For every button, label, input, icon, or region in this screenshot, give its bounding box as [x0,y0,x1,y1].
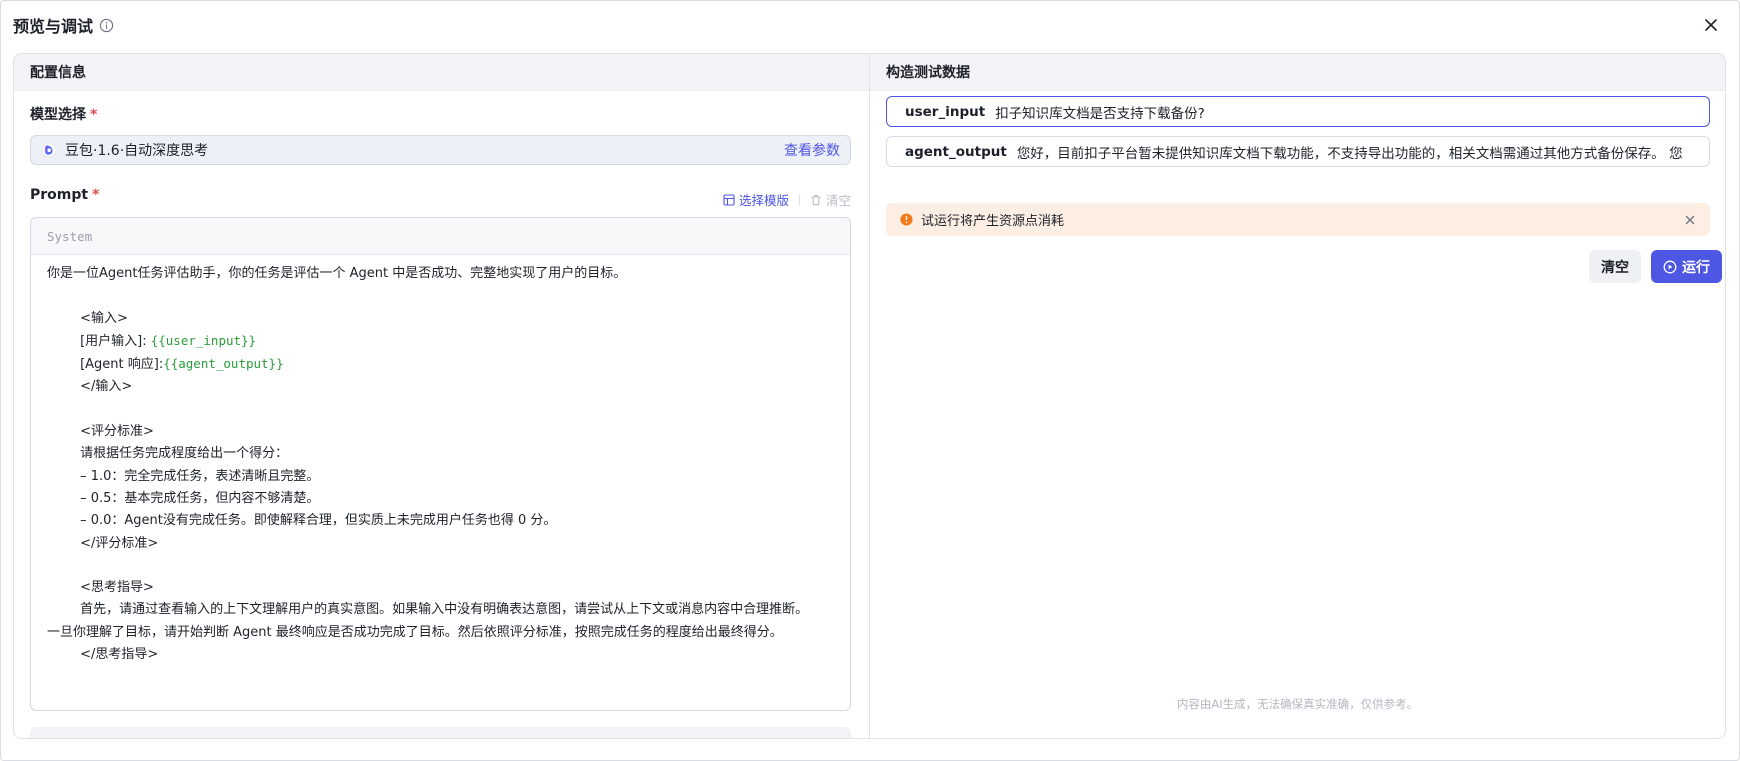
run-button-label: 运行 [1682,259,1710,276]
required-mark: * [90,107,98,123]
prompt-line: – 1.0：完全完成任务，表述清晰且完整。 [47,468,320,484]
close-icon [1685,215,1695,224]
clear-prompt-button[interactable]: 清空 [810,190,851,209]
test-data-panel-title: 构造测试数据 [870,54,1725,91]
prompt-content[interactable]: 你是一位Agent任务评估助手，你的任务是评估一个 Agent 中是否成功、完整… [31,255,850,666]
close-button[interactable] [1701,15,1721,35]
model-select-label-text: 模型选择 [30,107,86,123]
prompt-line: <评分标准> [47,424,154,440]
toolbar-divider [798,193,800,206]
modal-dialog: 预览与调试 配置信息 模型选择 * 豆包·1.6·自动深度思考 查看参数 Pro… [0,0,1740,761]
select-template-button[interactable]: 选择模版 [723,190,789,209]
prompt-label: Prompt * [30,187,99,203]
prompt-line: 你是一位Agent任务评估助手，你的任务是评估一个 Agent 中是否成功、完整… [47,266,627,281]
model-name: 豆包·1.6·自动深度思考 [65,143,209,159]
template-icon [723,193,735,206]
modal-body: 配置信息 模型选择* 豆包·1.6·自动深度思考 查看参数 Prompt* [13,53,1726,739]
modal-header: 预览与调试 [13,13,114,37]
select-template-label: 选择模版 [738,193,789,208]
close-icon [1705,19,1717,31]
prompt-line [47,555,834,577]
prompt-line: <思考指导> [47,580,154,596]
prompt-editor[interactable]: System 你是一位Agent任务评估助手，你的任务是评估一个 Agent 中… [30,217,851,711]
run-button[interactable]: 运行 [1651,250,1722,283]
cost-warning-alert: 试运行将产生资源点消耗 [886,203,1710,236]
prompt-line: </思考指导> [47,647,159,663]
view-params-link[interactable]: 查看参数 [784,140,840,160]
trash-icon [811,194,821,205]
prompt-line: [Agent 响应]:{{agent_output}} [47,356,284,373]
required-mark: * [92,187,100,203]
add-message-button[interactable] [30,727,851,738]
prompt-line: – 0.0：Agent没有完成任务。即使解释合理，但实质上未完成用户任务也得 0… [47,513,557,529]
variable-value: 您好，目前扣子平台暂未提供知识库文档下载功能，不支持导出功能的，相关文档需通过其… [1016,145,1683,162]
prompt-toolbar: 选择模版 清空 [723,190,851,209]
config-panel-title: 配置信息 [14,54,869,91]
variable-key: user_input [905,103,986,120]
prompt-variable: {{agent_output}} [163,356,284,372]
config-panel: 配置信息 模型选择* 豆包·1.6·自动深度思考 查看参数 Prompt* [14,54,870,738]
prompt-line: [用户输入]: {{user_input}} [47,332,257,349]
prompt-line [47,285,834,307]
prompt-line: <输入> [47,310,128,326]
prompt-line: 请根据任务完成程度给出一个得分： [47,446,289,462]
warning-icon [900,213,913,226]
info-icon[interactable] [99,18,114,33]
variable-value: 扣子知识库文档是否支持下载备份? [995,105,1205,122]
variable-key: agent_output [905,143,1007,160]
prompt-line: </输入> [47,379,133,395]
prompt-line: </评分标准> [47,535,159,551]
doubao-logo-icon [41,142,57,158]
model-select-label: 模型选择 * [30,104,97,124]
prompt-line: – 0.5：基本完成任务，但内容不够清楚。 [47,490,320,506]
clear-button[interactable]: 清空 [1589,250,1641,283]
alert-message: 试运行将产生资源点消耗 [921,214,1065,229]
ai-disclaimer: 内容由AI生成，无法确保真实准确，仅供参考。 [1176,697,1419,711]
play-icon [1663,260,1677,273]
alert-close-button[interactable] [1682,212,1698,228]
modal-title: 预览与调试 [13,17,94,36]
prompt-line: 首先，请通过查看输入的上下文理解用户的真实意图。如果输入中没有明确表达意图，请尝… [47,602,809,618]
test-data-panel: 构造测试数据 user_input 扣子知识库文档是否支持下载备份? agent… [870,54,1725,738]
prompt-label-text: Prompt [30,187,89,203]
prompt-line: 一旦你理解了目标，请开始判断 Agent 最终响应是否成功完成了目标。然后依照评… [47,624,783,640]
clear-prompt-label: 清空 [825,193,851,208]
prompt-variable: {{user_input}} [150,332,257,348]
prompt-line [47,399,834,421]
user-input-field[interactable]: user_input 扣子知识库文档是否支持下载备份? [886,96,1710,127]
agent-output-field[interactable]: agent_output 您好，目前扣子平台暂未提供知识库文档下载功能，不支持导… [886,136,1710,167]
model-select[interactable]: 豆包·1.6·自动深度思考 查看参数 [30,135,851,165]
message-role-label: System [31,218,850,255]
